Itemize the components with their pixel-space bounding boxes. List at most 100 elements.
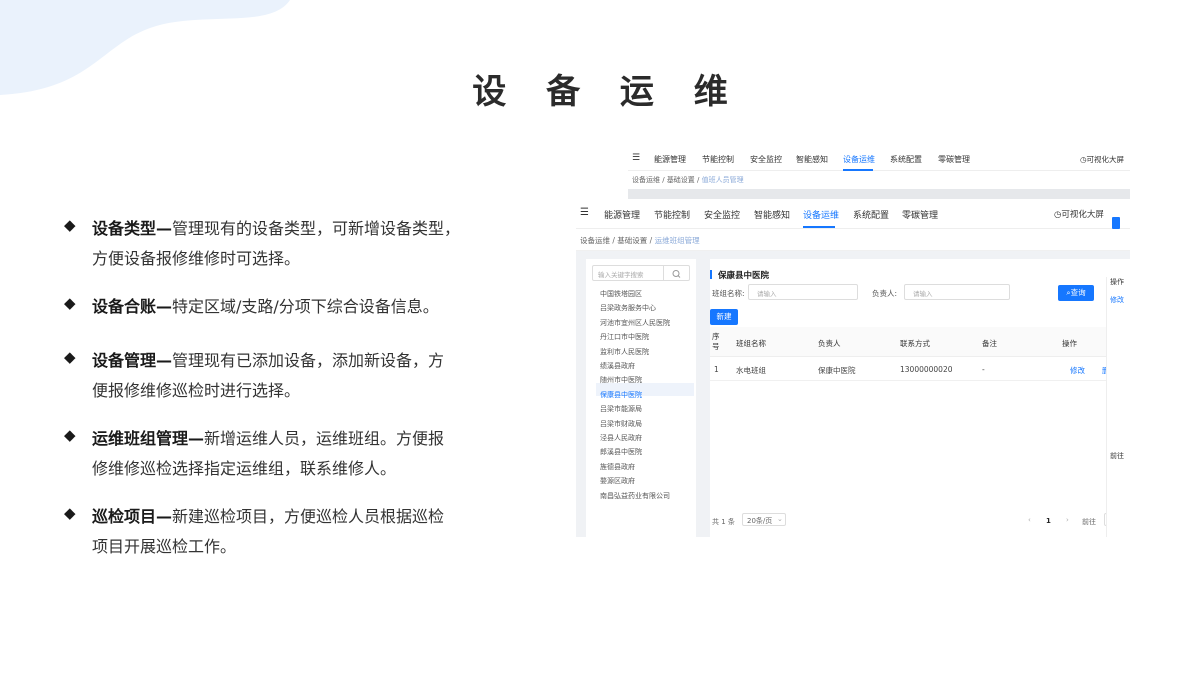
back-button-edge <box>1112 217 1120 229</box>
tree-item[interactable]: 随州市中医院 <box>600 375 642 385</box>
tree-item[interactable]: 监利市人民医院 <box>600 347 649 357</box>
goto-label: 前往 <box>1082 518 1096 526</box>
nav-item-config[interactable]: 系统配置 <box>853 208 889 221</box>
nav-item-security[interactable]: 安全监控 <box>704 208 740 221</box>
team-name-label: 班组名称: <box>712 289 745 298</box>
diamond-bullet-icon: ◆ <box>64 294 76 312</box>
tree-item[interactable]: 保康县中医院 <box>600 390 642 400</box>
feature-text: 便报修维修巡检时进行选择。 <box>92 381 301 400</box>
feature-text: 新建巡检项目，方便巡检人员根据巡检 <box>172 507 445 526</box>
nav-item-energy[interactable]: 能源管理 <box>604 208 640 221</box>
big-screen-label: 可视化大屏 <box>1086 155 1125 164</box>
back-nav-item[interactable]: 设备运维 <box>843 154 875 165</box>
nav-item-saving[interactable]: 节能控制 <box>654 208 690 221</box>
tree-item[interactable]: 南昌弘益药业有限公司 <box>600 491 670 501</box>
big-screen-label: 可视化大屏 <box>1061 210 1104 220</box>
back-nav-item[interactable]: 能源管理 <box>654 154 686 165</box>
back-nav-item[interactable]: 节能控制 <box>702 154 734 165</box>
cell-note: - <box>982 365 985 374</box>
team-name-input[interactable]: 请输入 <box>748 284 858 300</box>
tree-item[interactable]: 吕梁市财政局 <box>600 419 642 429</box>
query-button[interactable]: ⌕查询 <box>1058 285 1094 301</box>
edit-link[interactable]: 修改 <box>1070 365 1085 376</box>
strip-header: 操作 <box>1110 278 1124 286</box>
org-tree-panel: 输入关键字搜索 中国铁塔园区吕梁政务服务中心河池市宜州区人民医院 丹江口市中医院监… <box>586 259 696 537</box>
app-screenshot: ☰ 能源管理 节能控制 安全监控 智能感知 设备运维 系统配置 零碳管理 ◷可视… <box>576 145 1130 537</box>
pagination-total: 共 1 条 <box>712 518 735 526</box>
strip-goto: 前往 <box>1110 452 1124 460</box>
cell-leader: 保康中医院 <box>818 366 856 375</box>
feature-text: 管理现有已添加设备，添加新设备，方 <box>172 351 445 370</box>
strip-edit-link[interactable]: 修改 <box>1110 295 1124 305</box>
back-big-screen-link[interactable]: ◷可视化大屏 <box>1080 154 1124 165</box>
back-nav-item[interactable]: 智能感知 <box>796 154 828 165</box>
feature-title: 设备类型— <box>92 219 173 238</box>
feature-item-device-type: ◆ 设备类型—管理现有的设备类型，可新增设备类型， 方便设备报修维修时可选择。 <box>64 214 504 274</box>
feature-text: 项目开展巡检工作。 <box>92 537 237 556</box>
back-nav-item[interactable]: 系统配置 <box>890 154 922 165</box>
back-nav-item[interactable]: 零碳管理 <box>938 154 970 165</box>
column-header-note: 备注 <box>982 339 997 348</box>
feature-item-device-ledger: ◆ 设备合账—特定区域/支路/分项下综合设备信息。 <box>64 292 504 322</box>
prev-page-icon[interactable]: ‹ <box>1028 516 1031 524</box>
tree-search-input[interactable]: 输入关键字搜索 <box>592 265 690 281</box>
table-header: 序号 班组名称 负责人 联系方式 备注 操作 <box>710 327 1130 357</box>
diamond-bullet-icon: ◆ <box>64 348 76 366</box>
breadcrumb-part[interactable]: 基础设置 <box>667 176 695 184</box>
input-placeholder: 请输入 <box>757 290 777 298</box>
nav-item-carbon[interactable]: 零碳管理 <box>902 208 938 221</box>
tree-item[interactable]: 郎溪县中医院 <box>600 447 642 457</box>
current-page[interactable]: 1 <box>1046 517 1051 525</box>
leader-input[interactable]: 请输入 <box>904 284 1010 300</box>
panel-title: 保康县中医院 <box>718 271 770 281</box>
diamond-bullet-icon: ◆ <box>64 504 76 522</box>
tree-item[interactable]: 吕梁市能源局 <box>600 404 642 414</box>
nav-item-maintenance[interactable]: 设备运维 <box>803 208 839 221</box>
diamond-bullet-icon: ◆ <box>64 426 76 444</box>
tree-item[interactable]: 绩溪县政府 <box>600 361 635 371</box>
menu-toggle-icon[interactable]: ☰ <box>632 153 640 163</box>
breadcrumb-part[interactable]: 基础设置 <box>617 236 647 245</box>
feature-title: 运维班组管理— <box>92 429 205 448</box>
breadcrumb-part[interactable]: 设备运维 <box>632 176 660 184</box>
page-size-value: 20条/页 <box>747 517 773 525</box>
back-top-nav: ☰ 能源管理 节能控制 安全监控 智能感知 设备运维 系统配置 零碳管理 ◷可视… <box>628 145 1130 171</box>
breadcrumb-current: 值班人员管理 <box>701 176 744 184</box>
query-label: 查询 <box>1070 288 1086 297</box>
tree-item[interactable]: 中国铁塔园区 <box>600 289 642 299</box>
column-header-leader: 负责人 <box>818 339 841 348</box>
cell-index: 1 <box>714 365 719 374</box>
diamond-bullet-icon: ◆ <box>64 216 76 234</box>
nav-item-sensing[interactable]: 智能感知 <box>754 208 790 221</box>
feature-item-device-management: ◆ 设备管理—管理现有已添加设备，添加新设备，方 便报修维修巡检时进行选择。 <box>64 346 504 406</box>
front-window: ☰ 能源管理 节能控制 安全监控 智能感知 设备运维 系统配置 零碳管理 ◷可视… <box>576 199 1130 537</box>
column-header-team: 班组名称 <box>736 339 766 348</box>
breadcrumb-part[interactable]: 设备运维 <box>580 236 610 245</box>
column-header-phone: 联系方式 <box>900 339 930 348</box>
feature-title: 巡检项目— <box>92 507 173 526</box>
next-page-icon[interactable]: › <box>1066 516 1069 524</box>
table-row: 1 水电班组 保康中医院 13000000020 - 修改 删 <box>710 357 1130 381</box>
chevron-down-icon: ⌄ <box>777 515 783 523</box>
feature-text: 修维修巡检选择指定运维组，联系维修人。 <box>92 459 397 478</box>
feature-text: 管理现有的设备类型，可新增设备类型， <box>172 219 461 238</box>
search-button[interactable] <box>663 266 689 280</box>
big-screen-link[interactable]: ◷可视化大屏 <box>1054 208 1104 220</box>
feature-item-inspection: ◆ 巡检项目—新建巡检项目，方便巡检人员根据巡检项目开展巡检工作。 <box>64 502 504 562</box>
cell-team: 水电班组 <box>736 366 766 375</box>
feature-item-maintenance-team: ◆ 运维班组管理—新增运维人员，运维班组。方便报 修维修巡检选择指定运维组，联系维… <box>64 424 504 484</box>
team-list-panel: 保康县中医院 班组名称: 请输入 负责人: 请输入 ⌕查询 新建 序号 班组名称… <box>710 259 1130 537</box>
tree-item[interactable]: 泾县人民政府 <box>600 433 642 443</box>
search-placeholder: 输入关键字搜索 <box>598 271 644 279</box>
tree-item[interactable]: 吕梁政务服务中心 <box>600 303 656 313</box>
breadcrumb: 设备运维 / 基础设置 / 运维班组管理 <box>576 229 1130 251</box>
tree-item[interactable]: 旌德县政府 <box>600 462 635 472</box>
tree-item[interactable]: 丹江口市中医院 <box>600 332 649 342</box>
new-team-button[interactable]: 新建 <box>710 309 738 325</box>
menu-toggle-icon[interactable]: ☰ <box>580 207 589 218</box>
page-size-select[interactable]: 20条/页 ⌄ <box>742 513 786 526</box>
tree-item[interactable]: 婺源区政府 <box>600 476 635 486</box>
back-nav-item[interactable]: 安全监控 <box>750 154 782 165</box>
feature-text: 特定区域/支路/分项下综合设备信息。 <box>172 297 439 316</box>
tree-item[interactable]: 河池市宜州区人民医院 <box>600 318 670 328</box>
